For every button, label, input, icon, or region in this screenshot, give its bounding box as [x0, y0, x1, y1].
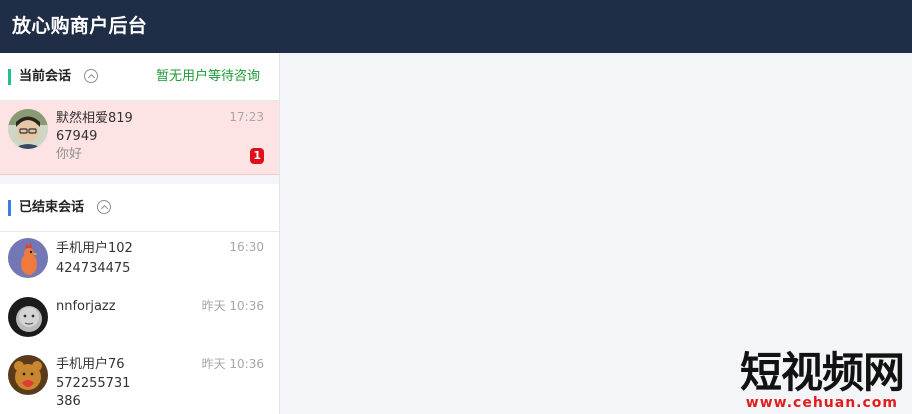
- conversation-user-id-continued: 386: [56, 394, 81, 409]
- conversation-user-id: 424734475: [56, 261, 131, 276]
- avatar-photo-icon: [8, 109, 48, 149]
- collapse-chevron-up-icon[interactable]: [97, 200, 111, 214]
- ended-section-accent-bar: [8, 200, 11, 216]
- unread-count-badge: 1: [250, 148, 264, 164]
- watermark-url: www.cehuan.com: [745, 395, 898, 411]
- conversation-time: 昨天 10:36: [201, 299, 264, 313]
- conversation-name: 手机用户76: [56, 357, 125, 372]
- current-section-header[interactable]: 当前会话 暂无用户等待咨询: [0, 53, 279, 101]
- top-bar: 放心购商户后台: [0, 0, 912, 53]
- conversation-user-id: 572255731: [56, 376, 131, 391]
- conversation-item[interactable]: 手机用户102 424734475 16:30: [0, 232, 279, 290]
- ended-section-title: 已结束会话: [19, 200, 85, 215]
- conversation-time: 16:30: [229, 240, 264, 254]
- conversation-preview: 你好: [56, 147, 83, 162]
- current-section-title: 当前会话: [19, 69, 72, 84]
- conversation-name: 手机用户102: [56, 241, 133, 256]
- site-watermark: 短视频网 www.cehuan.com: [720, 350, 906, 414]
- conversation-item-active[interactable]: 默然相爱819 67949 你好 17:23 1: [0, 101, 279, 175]
- conversation-name: nnforjazz: [56, 299, 116, 314]
- watermark-title: 短视频网: [739, 348, 905, 397]
- conversation-sidebar: 当前会话 暂无用户等待咨询 默然相爱819 67949 你好 17:23 1 已…: [0, 53, 280, 414]
- conversation-user-id: 67949: [56, 129, 98, 144]
- avatar-bear-icon: [8, 355, 48, 395]
- ended-section-header[interactable]: 已结束会话: [0, 184, 279, 232]
- conversation-time: 17:23: [229, 110, 264, 124]
- conversation-item[interactable]: nnforjazz 昨天 10:36: [0, 290, 279, 348]
- app-title: 放心购商户后台: [12, 15, 148, 37]
- current-section-accent-bar: [8, 69, 11, 85]
- avatar-chicken-icon: [8, 238, 48, 278]
- section-divider: [0, 175, 279, 184]
- conversation-time: 昨天 10:36: [201, 357, 264, 371]
- conversation-name: 默然相爱819: [56, 111, 133, 126]
- waiting-status-text: 暂无用户等待咨询: [155, 69, 260, 84]
- collapse-chevron-up-icon[interactable]: [84, 69, 98, 83]
- conversation-item[interactable]: 手机用户76 572255731 386 昨天 10:36: [0, 348, 279, 414]
- avatar-baby-icon: [8, 297, 48, 337]
